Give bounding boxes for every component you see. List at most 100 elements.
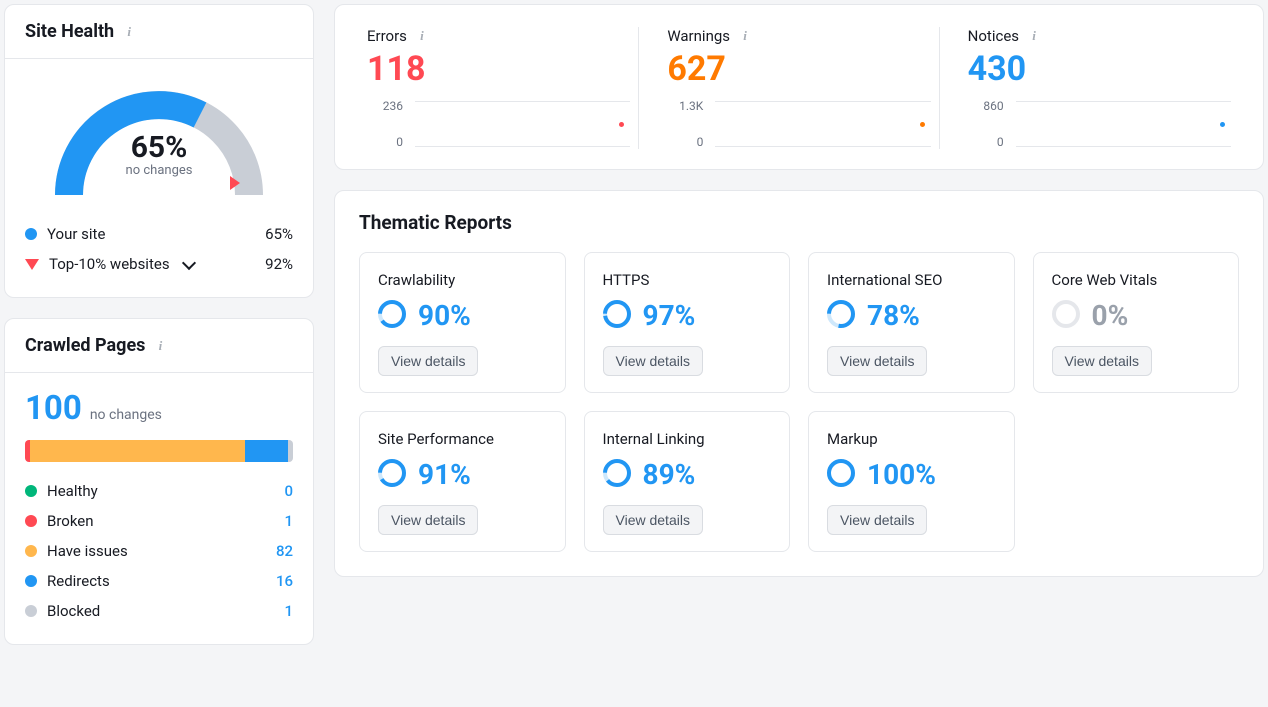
view-details-button[interactable]: View details [603,505,703,535]
tile-label: Internal Linking [603,430,772,448]
spark-ymin: 0 [367,135,403,149]
spark-dot-icon [619,122,624,127]
spark-ymax: 1.3K [667,99,703,113]
cp-row-redirects[interactable]: Redirects 16 [25,566,293,596]
thematic-tile-sitePerformance: Site Performance 91% View details [359,411,566,552]
site-health-gauge: 65% no changes [5,59,313,215]
legend-label: Your site [47,225,105,243]
tile-percent: 89% [643,458,696,491]
donut-icon [603,459,631,491]
thematic-tile-https: HTTPS 97% View details [584,252,791,393]
tile-percent: 100% [867,458,936,491]
spark-ymax: 860 [968,99,1004,113]
tile-percent: 90% [418,299,471,332]
dot-icon [25,575,37,587]
view-details-button[interactable]: View details [827,505,927,535]
site-health-header: Site Health i [5,5,313,59]
view-details-button[interactable]: View details [603,346,703,376]
cp-value: 82 [267,542,293,560]
donut-icon [603,300,631,332]
thematic-tile-crawlability: Crawlability 90% View details [359,252,566,393]
notices-cell[interactable]: Notices i 430 860 0 [939,27,1239,149]
site-health-title: Site Health [25,21,114,42]
crawled-total: 100 [25,389,82,428]
info-icon[interactable]: i [738,29,752,43]
issues-strip: Errors i 118 236 0 Warnings i 627 [334,4,1264,170]
info-icon[interactable]: i [122,25,136,39]
notices-label: Notices [968,27,1019,45]
warnings-cell[interactable]: Warnings i 627 1.3K 0 [638,27,938,149]
tile-percent: 91% [418,458,471,491]
cp-value: 16 [267,572,293,590]
errors-value: 118 [367,49,630,89]
tile-label: HTTPS [603,271,772,289]
dot-icon [25,515,37,527]
spark-ymax: 236 [367,99,403,113]
crawled-subtext: no changes [90,407,162,423]
tile-percent: 0% [1092,299,1129,332]
tile-label: Crawlability [378,271,547,289]
donut-icon [1052,300,1080,332]
view-details-button[interactable]: View details [378,346,478,376]
thematic-tile-coreWebVitals: Core Web Vitals 0% View details [1033,252,1240,393]
view-details-button[interactable]: View details [378,505,478,535]
thematic-tile-intlSeo: International SEO 78% View details [808,252,1015,393]
info-icon[interactable]: i [415,29,429,43]
errors-cell[interactable]: Errors i 118 236 0 [359,27,638,149]
cp-label: Blocked [47,602,100,620]
spark-dot-icon [920,122,925,127]
cp-value: 1 [267,512,293,530]
donut-icon [827,300,855,332]
tile-label: Site Performance [378,430,547,448]
spark-dot-icon [1220,122,1225,127]
site-health-card: Site Health i 65% no changes [4,4,314,298]
cp-label: Broken [47,512,94,530]
legend-your-site: Your site 65% [25,219,293,249]
donut-icon [378,459,406,491]
cp-row-issues[interactable]: Have issues 82 [25,536,293,566]
cp-row-healthy[interactable]: Healthy 0 [25,476,293,506]
triangle-down-icon [25,259,39,270]
cp-value: 1 [267,602,293,620]
stackbar-seg-blocked [288,440,293,462]
thematic-tile-internalLinking: Internal Linking 89% View details [584,411,791,552]
cp-value: 0 [267,482,293,500]
info-icon[interactable]: i [1027,29,1041,43]
dot-icon [25,228,37,240]
cp-label: Have issues [47,542,128,560]
notices-value: 430 [968,49,1231,89]
dot-icon [25,545,37,557]
legend-top10[interactable]: Top-10% websites 92% [25,249,293,279]
tile-percent: 78% [867,299,920,332]
tile-label: Markup [827,430,996,448]
thematic-tile-markup: Markup 100% View details [808,411,1015,552]
legend-value: 65% [265,225,293,243]
tile-label: International SEO [827,271,996,289]
notices-sparkline: 860 0 [968,99,1231,149]
cp-row-broken[interactable]: Broken 1 [25,506,293,536]
spark-ymin: 0 [667,135,703,149]
view-details-button[interactable]: View details [1052,346,1152,376]
cp-label: Redirects [47,572,110,590]
crawled-header: Crawled Pages i [5,319,313,373]
dot-icon [25,605,37,617]
errors-sparkline: 236 0 [367,99,630,149]
errors-label: Errors [367,27,407,45]
warnings-label: Warnings [667,27,730,45]
stackbar-seg-redirects [245,440,288,462]
donut-icon [378,300,406,332]
stackbar-seg-issues [30,440,244,462]
legend-value: 92% [265,255,293,273]
tile-percent: 97% [643,299,696,332]
crawled-stackbar [25,440,293,462]
cp-label: Healthy [47,482,98,500]
donut-icon [827,459,855,491]
legend-label: Top-10% websites [49,255,170,273]
cp-row-blocked[interactable]: Blocked 1 [25,596,293,626]
thematic-title: Thematic Reports [359,211,1239,234]
gauge-subtext: no changes [44,163,274,178]
spark-ymin: 0 [968,135,1004,149]
thematic-card: Thematic Reports Crawlability 90% View d… [334,190,1264,577]
info-icon[interactable]: i [153,339,167,353]
view-details-button[interactable]: View details [827,346,927,376]
